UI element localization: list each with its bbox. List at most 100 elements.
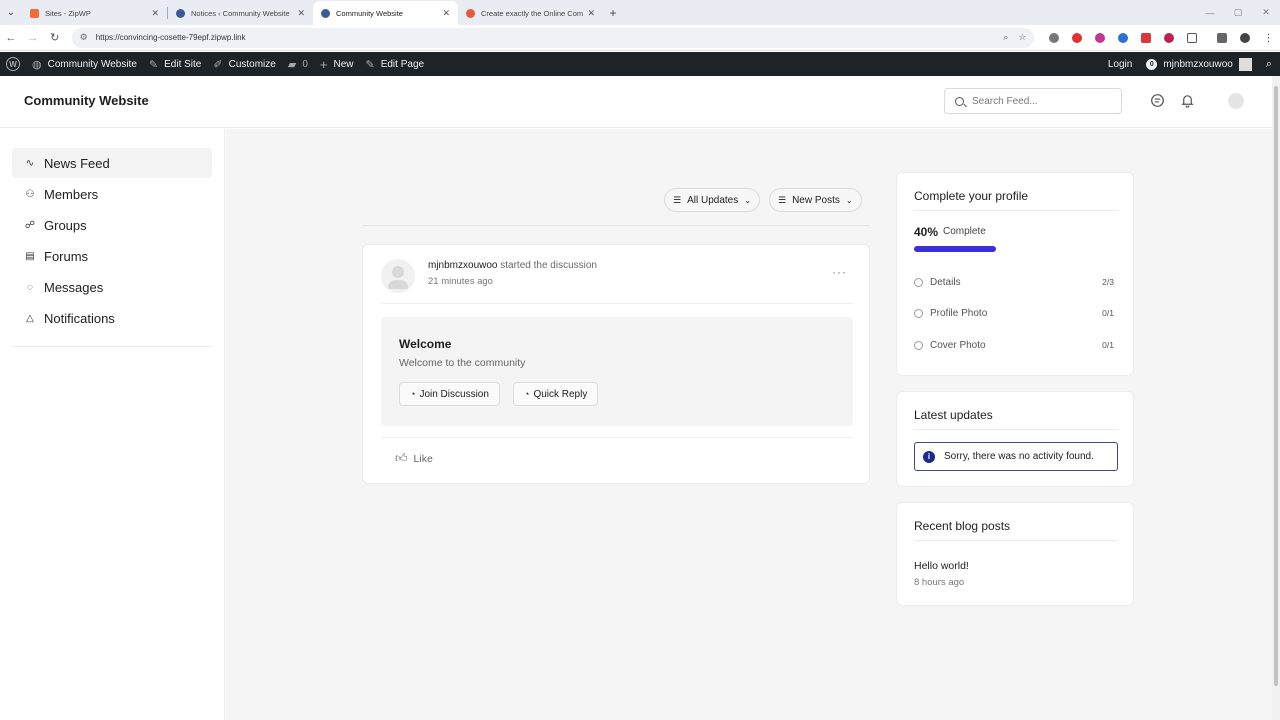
extension-icon[interactable] [1117, 32, 1128, 43]
profile-avatar-icon[interactable] [1240, 32, 1251, 43]
more-options-icon[interactable]: ··· [832, 265, 847, 279]
like-label: Like [413, 452, 433, 465]
extension-icon[interactable] [1186, 32, 1197, 43]
profile-item-profile-photo[interactable]: Profile Photo 0/1 [914, 306, 1114, 320]
forward-icon[interactable]: → [22, 32, 44, 44]
minimize-icon[interactable]: — [1196, 8, 1224, 18]
new-label: New [333, 58, 354, 70]
profile-item-cover-photo[interactable]: Cover Photo 0/1 [914, 338, 1114, 352]
window-controls: — ▢ ✕ [1196, 0, 1280, 25]
sidebar-item-messages[interactable]: ◌ Messages [12, 272, 212, 302]
sidebar-item-groups[interactable]: ☍ Groups [12, 210, 212, 240]
close-tab-icon[interactable]: ✕ [442, 8, 450, 19]
zoom-icon[interactable]: ⌕ [1003, 32, 1008, 43]
sidebar-item-news-feed[interactable]: ∿ News Feed [12, 148, 212, 178]
admin-site-name[interactable]: ◍ Community Website [26, 52, 143, 76]
site-info-icon[interactable]: ⚙ [80, 32, 88, 43]
admin-edit-site[interactable]: ✎ Edit Site [143, 52, 207, 76]
browser-tabstrip: ⌄ Sites - ZipWP ✕ Notices ‹ Community We… [0, 0, 1280, 25]
search-feed-input[interactable]: Search Feed... [944, 88, 1122, 114]
sidebar: ∿ News Feed ⚇ Members ☍ Groups ▤ Forums … [0, 129, 225, 720]
admin-edit-page[interactable]: ✎ Edit Page [359, 52, 430, 76]
notification-count-badge[interactable]: 0 [1146, 58, 1158, 70]
like-button[interactable]: 👍︎ Like [395, 451, 433, 466]
circle-icon [914, 340, 923, 350]
filter-new-posts[interactable]: ☰ New Posts ⌄ [769, 188, 862, 212]
plus-icon: + [319, 56, 328, 72]
back-icon[interactable]: ← [0, 32, 22, 44]
extension-icon[interactable] [1140, 32, 1151, 43]
wordpress-logo-icon[interactable]: W [6, 57, 20, 71]
forums-icon: ▤ [25, 250, 35, 262]
tab-search-icon[interactable]: ⌄ [0, 0, 22, 25]
messages-icon[interactable] [1149, 92, 1165, 108]
address-bar[interactable]: ⚙ https://convincing-cosette-79epf.zipwp… [71, 27, 1035, 48]
maximize-icon[interactable]: ▢ [1224, 7, 1252, 18]
blog-post-link[interactable]: Hello world! [914, 560, 969, 572]
search-placeholder: Search Feed... [972, 95, 1038, 107]
profile-item-label: Details [930, 276, 961, 288]
zipwp-favicon-icon [30, 8, 39, 18]
extension-icon[interactable] [1048, 32, 1059, 43]
bell-icon[interactable] [1179, 92, 1195, 108]
tab-title: Community Website [336, 8, 403, 18]
browser-tab[interactable]: Notices ‹ Community Website ✕ [168, 1, 313, 25]
sidebar-item-label: Notifications [44, 310, 115, 326]
browser-tab[interactable]: Sites - ZipWP ✕ [22, 1, 167, 25]
profile-item-details[interactable]: Details 2/3 [914, 275, 1114, 289]
admin-new[interactable]: + New [314, 52, 360, 76]
sidebar-item-members[interactable]: ⚇ Members [12, 179, 212, 209]
post-meta: mjnbmzxouwoo started the discussion [428, 260, 597, 271]
post-action-text: started the discussion [500, 260, 597, 271]
members-icon: ⚇ [25, 188, 35, 200]
close-window-icon[interactable]: ✕ [1252, 7, 1280, 18]
join-discussion-button[interactable]: ◔ Join Discussion [399, 382, 500, 406]
page-scrollbar[interactable] [1272, 76, 1280, 720]
extension-icon[interactable] [1094, 32, 1105, 43]
bookmark-star-icon[interactable]: ☆ [1018, 32, 1026, 43]
card-divider [381, 303, 853, 304]
admin-customize[interactable]: ✐ Customize [207, 52, 281, 76]
admin-comments[interactable]: ▰ 0 [282, 52, 314, 76]
latest-updates-widget: Latest updates i Sorry, there was no act… [896, 391, 1134, 487]
pencil-icon: ✎ [365, 58, 375, 71]
download-icon[interactable] [1217, 32, 1228, 43]
reload-icon[interactable]: ↻ [44, 31, 66, 44]
quick-reply-button[interactable]: ◔ Quick Reply [513, 382, 599, 406]
browser-tab[interactable]: Create exactly the Online Comm ✕ [458, 1, 603, 25]
browser-tab-active[interactable]: Community Website ✕ [313, 1, 458, 25]
sidebar-item-forums[interactable]: ▤ Forums [12, 241, 212, 271]
close-tab-icon[interactable]: ✕ [151, 8, 159, 19]
sidebar-item-notifications[interactable]: △ Notifications [12, 303, 212, 333]
new-tab-icon[interactable]: + [603, 1, 623, 25]
extension-icon[interactable] [1071, 32, 1082, 43]
admin-avatar[interactable] [1238, 57, 1252, 71]
site-favicon-icon [466, 8, 475, 18]
widget-divider [914, 540, 1118, 541]
close-tab-icon[interactable]: ✕ [587, 8, 595, 19]
circle-icon [914, 277, 923, 287]
sidebar-item-label: Forums [44, 248, 89, 264]
scrollbar-thumb[interactable] [1274, 86, 1278, 686]
discussion-title[interactable]: Welcome [399, 337, 451, 351]
post-author-link[interactable]: mjnbmzxouwoo [428, 260, 497, 271]
user-avatar[interactable] [1228, 93, 1244, 109]
search-icon [955, 96, 964, 106]
site-title[interactable]: Community Website [24, 93, 149, 108]
close-tab-icon[interactable]: ✕ [297, 8, 305, 19]
login-link[interactable]: Login [1108, 59, 1132, 70]
tab-title: Sites - ZipWP [45, 8, 91, 18]
admin-bar-right: Login 0 mjnbmzxouwoo ⌕ [1108, 52, 1272, 76]
profile-item-count: 0/1 [1102, 340, 1114, 350]
extension-icon[interactable] [1163, 32, 1174, 43]
widget-title: Recent blog posts [914, 519, 1011, 533]
wordpress-favicon-icon [176, 8, 185, 18]
author-avatar[interactable] [381, 259, 415, 293]
menu-dots-icon[interactable]: ⋮ [1263, 33, 1273, 44]
profile-percent-label: Complete [943, 226, 986, 237]
brush-icon: ✎ [148, 58, 159, 71]
admin-username[interactable]: mjnbmzxouwoo [1163, 59, 1232, 70]
filter-all-updates[interactable]: ☰ All Updates ⌄ [664, 188, 760, 212]
admin-search-icon[interactable]: ⌕ [1266, 58, 1272, 71]
comments-count: 0 [302, 58, 308, 70]
